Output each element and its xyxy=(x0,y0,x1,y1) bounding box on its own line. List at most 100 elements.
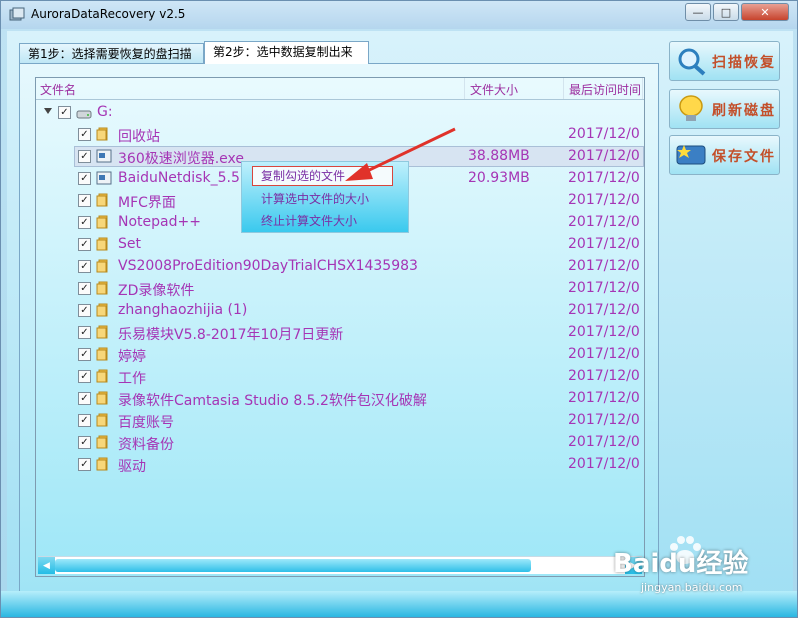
item-name: BaiduNetdisk_5.5 xyxy=(118,170,240,186)
client-area: 第1步：选择需要恢复的盘扫描 第2步：选中数据复制出来 文件名 文件大小 最后访… xyxy=(1,31,797,617)
title-bar[interactable]: AuroraDataRecovery v2.5 — □ ✕ xyxy=(1,1,797,29)
column-separator[interactable] xyxy=(563,78,564,99)
list-item[interactable]: ✓ Set 2017/12/0 xyxy=(36,234,644,256)
item-date: 2017/12/0 xyxy=(568,456,640,472)
item-checkbox[interactable]: ✓ xyxy=(78,392,91,405)
item-name: 驱动 xyxy=(118,459,146,475)
item-date: 2017/12/0 xyxy=(568,302,640,318)
scan-recover-button[interactable]: 扫描恢复 xyxy=(669,41,780,81)
watermark-sub: jingyan.baidu.com xyxy=(641,581,743,594)
folder-icon xyxy=(96,127,108,141)
horizontal-scrollbar[interactable]: ◀ ▶ xyxy=(38,556,642,574)
item-checkbox[interactable]: ✓ xyxy=(78,260,91,273)
drive-icon xyxy=(76,110,92,119)
column-date-header[interactable]: 最后访问时间 xyxy=(569,81,641,98)
scrollbar-thumb[interactable] xyxy=(55,559,531,572)
folder-icon xyxy=(96,281,108,295)
file-icon xyxy=(96,149,112,163)
tab-step2[interactable]: 第2步：选中数据复制出来 xyxy=(204,41,369,64)
item-size: 38.88MB xyxy=(468,148,530,164)
item-name: 工作 xyxy=(118,371,146,387)
item-checkbox[interactable]: ✓ xyxy=(78,414,91,427)
refresh-disk-button[interactable]: 刷新磁盘 xyxy=(669,89,780,129)
item-checkbox[interactable]: ✓ xyxy=(78,128,91,141)
item-checkbox[interactable]: ✓ xyxy=(78,436,91,449)
column-separator[interactable] xyxy=(464,78,465,99)
list-item[interactable]: ✓ zhanghaozhijia (1) 2017/12/0 xyxy=(36,300,644,322)
baidu-watermark: Baidu经验 jingyan.baidu.com xyxy=(609,533,791,603)
folder-icon xyxy=(96,391,108,405)
item-date: 2017/12/0 xyxy=(568,214,640,230)
item-checkbox[interactable]: ✓ xyxy=(78,326,91,339)
item-checkbox[interactable]: ✓ xyxy=(78,304,91,317)
item-checkbox[interactable]: ✓ xyxy=(78,194,91,207)
item-checkbox[interactable]: ✓ xyxy=(78,150,91,163)
annotation-arrow-icon xyxy=(345,127,456,181)
column-size-header[interactable]: 文件大小 xyxy=(470,81,518,98)
app-window: AuroraDataRecovery v2.5 — □ ✕ 第1步：选择需要恢复… xyxy=(0,0,798,618)
collapse-arrow-icon[interactable] xyxy=(44,108,52,114)
item-date: 2017/12/0 xyxy=(568,258,640,274)
item-size: 20.93MB xyxy=(468,170,530,186)
bulb-icon xyxy=(679,95,703,121)
item-date: 2017/12/0 xyxy=(568,192,640,208)
folder-icon xyxy=(96,237,108,251)
item-name: 婷婷 xyxy=(118,349,146,365)
save-file-button[interactable]: 保存文件 xyxy=(669,135,780,175)
tab-step1[interactable]: 第1步：选择需要恢复的盘扫描 xyxy=(19,43,204,63)
save-file-label: 保存文件 xyxy=(712,149,776,165)
item-date: 2017/12/0 xyxy=(568,434,640,450)
list-item[interactable]: ✓ 乐易模块V5.8-2017年10月7日更新 2017/12/0 xyxy=(36,322,644,344)
close-button[interactable]: ✕ xyxy=(741,3,789,21)
calculate-size-item[interactable]: 计算选中文件的大小 xyxy=(242,188,408,210)
item-checkbox[interactable]: ✓ xyxy=(78,172,91,185)
list-item[interactable]: ✓ 婷婷 2017/12/0 xyxy=(36,344,644,366)
list-item[interactable]: ✓ 百度账号 2017/12/0 xyxy=(36,410,644,432)
item-name: 百度账号 xyxy=(118,415,174,431)
minimize-button[interactable]: — xyxy=(685,3,711,21)
item-date: 2017/12/0 xyxy=(568,390,640,406)
list-item[interactable]: ✓ 工作 2017/12/0 xyxy=(36,366,644,388)
item-date: 2017/12/0 xyxy=(568,280,640,296)
drive-row[interactable]: ✓ G: xyxy=(36,102,644,124)
drive-label: G: xyxy=(97,104,113,120)
column-name-header[interactable]: 文件名 xyxy=(40,81,76,98)
item-date: 2017/12/0 xyxy=(568,412,640,428)
item-checkbox[interactable]: ✓ xyxy=(78,282,91,295)
column-separator[interactable] xyxy=(642,78,643,99)
item-checkbox[interactable]: ✓ xyxy=(78,458,91,471)
item-checkbox[interactable]: ✓ xyxy=(78,370,91,383)
list-header: 文件名 文件大小 最后访问时间 xyxy=(36,78,644,100)
item-name: 360极速浏览器.exe xyxy=(118,151,245,167)
list-item[interactable]: ✓ 驱动 2017/12/0 xyxy=(36,454,644,476)
refresh-disk-label: 刷新磁盘 xyxy=(712,103,776,119)
item-checkbox[interactable]: ✓ xyxy=(78,348,91,361)
item-date: 2017/12/0 xyxy=(568,126,640,142)
window-title: AuroraDataRecovery v2.5 xyxy=(31,7,186,21)
list-item[interactable]: ✓ 资料备份 2017/12/0 xyxy=(36,432,644,454)
folder-icon xyxy=(96,457,108,471)
item-name: zhanghaozhijia (1) xyxy=(118,302,248,318)
item-name: MFC界面 xyxy=(118,195,176,211)
folder-icon xyxy=(96,303,108,317)
folder-icon xyxy=(96,369,108,383)
item-date: 2017/12/0 xyxy=(568,236,640,252)
item-date: 2017/12/0 xyxy=(568,368,640,384)
scroll-left-icon[interactable]: ◀ xyxy=(38,557,55,574)
item-checkbox[interactable]: ✓ xyxy=(78,238,91,251)
item-name: 回收站 xyxy=(118,129,160,145)
magnifier-icon xyxy=(678,48,706,76)
save-icon xyxy=(676,145,706,165)
item-name: 乐易模块V5.8-2017年10月7日更新 xyxy=(118,327,344,343)
item-name: Set xyxy=(118,236,141,252)
drive-checkbox[interactable]: ✓ xyxy=(58,106,71,119)
close-icon: ✕ xyxy=(760,5,770,19)
stop-calculate-item[interactable]: 终止计算文件大小 xyxy=(242,210,408,232)
item-name: Notepad++ xyxy=(118,214,201,230)
list-item[interactable]: ✓ ZD录像软件 2017/12/0 xyxy=(36,278,644,300)
list-item[interactable]: ✓ VS2008ProEdition90DayTrialCHSX1435983 20… xyxy=(36,256,644,278)
list-item[interactable]: ✓ 录像软件Camtasia Studio 8.5.2软件包汉化破解 2017/12… xyxy=(36,388,644,410)
maximize-icon: □ xyxy=(720,5,732,19)
maximize-button[interactable]: □ xyxy=(713,3,739,21)
item-checkbox[interactable]: ✓ xyxy=(78,216,91,229)
